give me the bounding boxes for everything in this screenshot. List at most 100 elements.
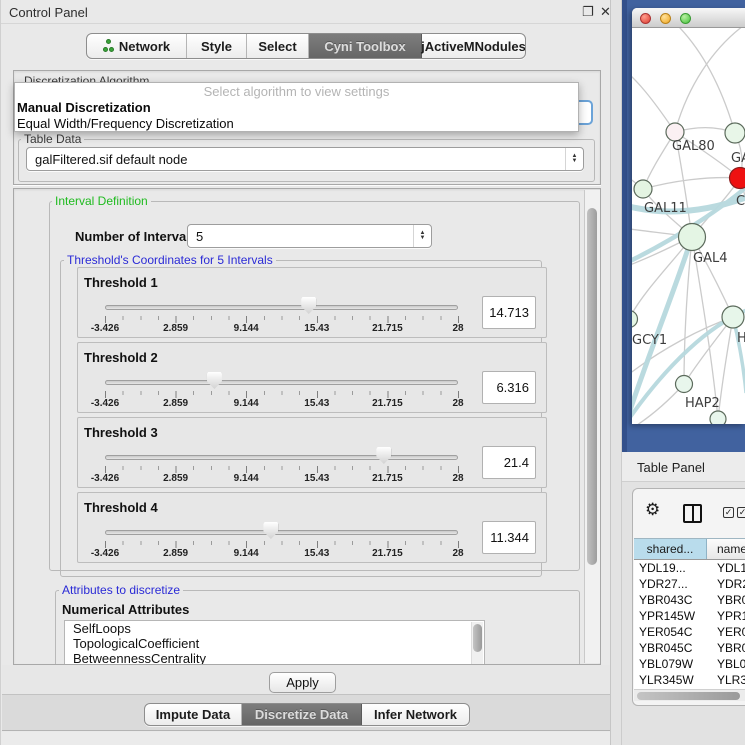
threshold-4-slider-thumb[interactable] [263,522,278,539]
node-gal4[interactable] [679,224,706,251]
tab-infer-network[interactable]: Infer Network [362,704,469,725]
attributes-to-discretize-label: Attributes to discretize [59,583,183,597]
numerical-attributes-list[interactable]: SelfLoops TopologicalCoefficient Between… [64,620,485,665]
tab-style[interactable]: Style [187,34,247,58]
checkbox-filter-icon-2[interactable]: ✓ [737,507,745,518]
threshold-1-slider-thumb[interactable] [301,297,316,314]
table-data-label: Table Data [21,132,84,146]
number-of-intervals-value: 5 [188,229,413,244]
slider-ticks-major [105,391,459,398]
threshold-2-value-field[interactable]: 6.316 [482,371,536,404]
tab-cyni-toolbox-label: Cyni Toolbox [324,39,405,54]
minimize-traffic-light-icon[interactable] [660,13,671,24]
tab-cyni-toolbox[interactable]: Cyni Toolbox [309,34,422,58]
list-scrollbar-thumb[interactable] [473,624,482,652]
tab-select[interactable]: Select [247,34,309,58]
tab-style-label: Style [201,39,232,54]
interval-definition-label: Interval Definition [52,194,151,208]
column-header-shared-name[interactable]: shared... [634,539,707,559]
control-panel-titlebar: Control Panel ❐ ✕ [1,0,613,24]
tab-impute-data[interactable]: Impute Data [145,704,242,725]
checkbox-filter-icon[interactable]: ✓ [723,507,734,518]
threshold-4-label: Threshold 4 [84,500,158,515]
node-cut-right[interactable] [722,306,744,328]
table-header-row: shared... name [634,538,745,560]
popup-item-equal-width[interactable]: Equal Width/Frequency Discretization [15,116,578,132]
threshold-2-label: Threshold 2 [84,350,158,365]
stepper-icon[interactable]: ▲▼ [565,148,583,170]
split-divider[interactable] [610,0,622,745]
table-panel-title: Table Panel [637,460,705,475]
slider-tick-labels: -3.4262.8599.14415.4321.71528 [105,323,458,335]
column-header-name[interactable]: name [707,539,745,559]
table-row[interactable]: YBR043CYBR0... [634,592,745,608]
node-label-cut-c: C [736,194,745,209]
node-label-gal11: GAL11 [644,201,687,216]
stepper-icon[interactable]: ▲▼ [413,225,431,247]
node-label-gcy1: GCY1 [632,333,667,348]
table-rows: YDL19...YDL1... YDR27...YDR2... YBR043CY… [634,560,745,689]
table-row[interactable]: YDL19...YDL1... [634,560,745,576]
close-traffic-light-icon[interactable] [640,13,651,24]
top-tab-bar: Network Style Select Cyni Toolbox jActiv… [86,33,526,59]
table-row[interactable]: YLR345WYLR3... [634,672,745,688]
panel-bottom-margin [1,732,613,745]
list-item-selfloops[interactable]: SelfLoops [65,621,484,636]
threshold-4-panel: Threshold 4 -3.4262.8599.14415.4321.7152… [77,492,547,563]
table-panel-card: ⚙ ✓ ✓ shared... name YDL19...YDL1... YDR… [632,488,745,706]
numerical-attributes-label: Numerical Attributes [62,602,189,617]
threshold-3-value-field[interactable]: 21.4 [482,446,536,479]
popup-item-manual-discretization[interactable]: Manual Discretization [15,100,578,116]
threshold-4-value-field[interactable]: 11.344 [482,521,536,554]
slider-ticks-major [105,466,459,473]
slider-ticks-major [105,541,459,548]
node-label-cut-h: H [737,331,745,346]
settings-scrollbar-thumb[interactable] [587,208,597,565]
gear-icon[interactable]: ⚙ [645,500,660,520]
table-scrollbar-thumb[interactable] [637,692,740,700]
slider-tick-labels: -3.4262.8599.14415.4321.71528 [105,473,458,485]
float-window-icon[interactable]: ❐ [582,4,594,20]
table-data-combobox[interactable]: galFiltered.sif default node ▲▼ [26,147,584,171]
table-row[interactable]: YBR045CYBR0... [634,640,745,656]
node-gal11[interactable] [634,180,652,198]
threshold-1-value-field[interactable]: 14.713 [482,296,536,329]
table-horizontal-scrollbar[interactable] [634,689,745,701]
network-canvas[interactable]: GAL80 GA GAL11 C GAL4 GCY1 H HAP2 [632,28,745,424]
node-label-cut-ga: GA [731,151,745,166]
algorithm-dropdown-popup: Select algorithm to view settings Manual… [14,82,579,132]
list-item-topologicalcoefficient[interactable]: TopologicalCoefficient [65,636,484,651]
control-panel: Control Panel ❐ ✕ Network Style Select C… [0,0,612,745]
column-layout-icon[interactable] [683,504,702,523]
node-bottom[interactable] [710,411,726,424]
network-icon [103,39,114,53]
threshold-2-panel: Threshold 2 -3.4262.8599.14415.4321.7152… [77,342,547,413]
threshold-2-slider-thumb[interactable] [207,372,222,389]
table-data-value: galFiltered.sif default node [27,152,565,167]
node-cut-top-right[interactable] [725,123,745,143]
table-row[interactable]: YBL079WYBL0... [634,656,745,672]
tab-discretize-data[interactable]: Discretize Data [242,704,362,725]
list-scrollbar[interactable] [471,622,483,664]
network-window-titlebar[interactable] [632,8,745,28]
table-row[interactable]: YPR145WYPR1... [634,608,745,624]
threshold-3-label: Threshold 3 [84,425,158,440]
tab-network[interactable]: Network [87,34,187,58]
tab-jactivemnodules[interactable]: jActiveMNodules [422,34,525,58]
node-selected-red[interactable] [730,168,745,189]
network-graph: GAL80 GA GAL11 C GAL4 GCY1 H HAP2 [632,28,745,424]
threshold-3-slider-thumb[interactable] [376,447,391,464]
tab-impute-data-label: Impute Data [156,707,230,722]
node-hap2[interactable] [676,376,693,393]
slider-tick-labels: -3.4262.8599.14415.4321.71528 [105,398,458,410]
zoom-traffic-light-icon[interactable] [680,13,691,24]
table-row[interactable]: YER054CYER0... [634,624,745,640]
network-view-window[interactable]: GAL80 GA GAL11 C GAL4 GCY1 H HAP2 [632,8,745,424]
node-gcy1[interactable] [632,311,638,328]
table-row[interactable]: YDR27...YDR2... [634,576,745,592]
apply-button[interactable]: Apply [269,672,336,693]
threshold-3-panel: Threshold 3 -3.4262.8599.14415.4321.7152… [77,417,547,488]
number-of-intervals-combobox[interactable]: 5 ▲▼ [187,224,432,248]
list-item-betweennesscentrality[interactable]: BetweennessCentrality [65,651,484,665]
tab-jactivemnodules-label: jActiveMNodules [421,39,526,54]
